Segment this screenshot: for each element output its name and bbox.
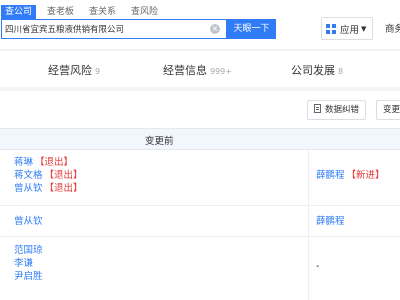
status-badge: 【退出】 [35, 157, 74, 168]
tab-boss[interactable]: 查老板 [43, 5, 78, 19]
person-link[interactable]: 曾从钦 [14, 183, 43, 194]
category-label: 公司发展 [291, 64, 335, 77]
person-link[interactable]: 薛鹏程 [316, 170, 345, 181]
change-label: 变更 [383, 105, 400, 115]
data-correction-label: 数据纠错 [325, 105, 360, 115]
apps-button[interactable]: 应用 ▼ [321, 17, 373, 40]
table-row: 曾从钦 薛鹏程 [0, 206, 400, 237]
category-info[interactable]: 经营信息 999+ [163, 62, 232, 78]
tab-risk[interactable]: 查风险 [127, 5, 162, 19]
status-badge: 【新进】 [346, 170, 385, 181]
top-search-band: 查公司 查老板 查关系 查风险 × 天眼一下 应用 ▼ 商务 [0, 0, 400, 49]
category-development[interactable]: 公司发展 8 [291, 62, 343, 78]
search-input[interactable] [5, 20, 205, 38]
column-header-before: 变更前 [145, 136, 174, 147]
change-button[interactable]: 变更 [376, 100, 400, 120]
person-link[interactable]: 范国琼 [14, 245, 43, 256]
person-link[interactable]: 蒋琳 [14, 157, 33, 168]
business-link[interactable]: 商务 [385, 21, 400, 35]
search-type-tabs: 查公司 查老板 查关系 查风险 [0, 5, 169, 19]
person-link[interactable]: 尹启胜 [14, 271, 43, 282]
table-row: 范国琼 李谦 尹启胜 - [0, 237, 400, 300]
table-row: 蒋琳 【退出】 蒋文格 【退出】 曾从钦 【退出】 薛鹏程 【新进】 [0, 150, 400, 206]
tab-company[interactable]: 查公司 [1, 5, 37, 19]
after-cell-empty: - [316, 261, 320, 272]
change-records-panel: 数据纠错 变更 变更前 蒋琳 【退出】 蒋文格 【退出】 曾从钦 【退出】 薛鹏程 【新… [0, 91, 400, 300]
person-link[interactable]: 薛鹏程 [316, 216, 345, 227]
apps-label: 应用 [340, 24, 360, 36]
category-count: 9 [95, 67, 101, 76]
chevron-down-icon: ▼ [361, 24, 367, 33]
before-cell: 蒋琳 【退出】 蒋文格 【退出】 曾从钦 【退出】 [14, 156, 83, 195]
data-correction-button[interactable]: 数据纠错 [307, 100, 367, 120]
document-icon [314, 104, 321, 113]
category-count: 8 [338, 67, 344, 76]
status-badge: 【退出】 [44, 170, 83, 181]
category-risk[interactable]: 经营风险 9 [48, 62, 100, 78]
category-count: 999+ [210, 67, 232, 76]
after-cell: 薛鹏程 [316, 215, 345, 228]
person-link[interactable]: 李谦 [14, 258, 33, 269]
category-strip: 经营风险 9 经营信息 999+ 公司发展 8 [0, 50, 400, 87]
search-button[interactable]: 天眼一下 [227, 19, 276, 39]
person-link[interactable]: 曾从钦 [14, 216, 43, 227]
category-label: 经营信息 [163, 64, 207, 77]
table-header: 变更前 [0, 128, 400, 150]
person-link[interactable]: 蒋文格 [14, 170, 43, 181]
search-box: × [1, 19, 227, 39]
before-cell: 曾从钦 [14, 215, 43, 228]
grid-icon [326, 23, 336, 34]
tab-relation[interactable]: 查关系 [85, 5, 120, 19]
status-badge: 【退出】 [44, 183, 83, 194]
clear-icon[interactable]: × [210, 24, 220, 34]
category-label: 经营风险 [48, 64, 92, 77]
before-cell: 范国琼 李谦 尹启胜 [14, 244, 43, 283]
after-cell: 薛鹏程 【新进】 [316, 169, 385, 182]
